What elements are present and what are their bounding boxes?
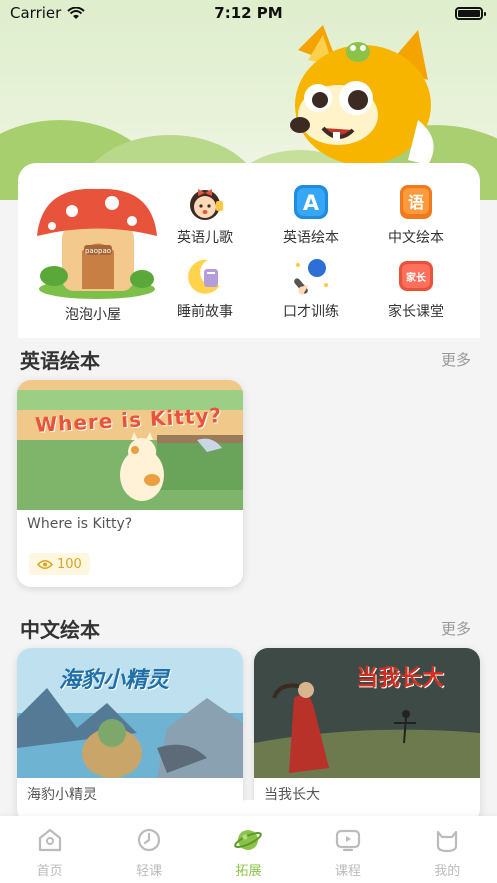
status-bar: Carrier 7:12 PM <box>0 0 497 26</box>
section-title-english: 英语绘本 <box>20 349 100 373</box>
play-screen-icon <box>335 829 360 852</box>
tab-label: 我的 <box>434 864 461 879</box>
book-cover-title: 海豹小精灵 <box>59 668 170 693</box>
house-sign-text: paopao <box>85 247 111 255</box>
planet-icon <box>234 830 263 850</box>
views-count: 100 <box>57 556 82 572</box>
book-title: Where is Kitty? <box>27 516 133 532</box>
section-title-chinese: 中文绘本 <box>20 618 100 642</box>
tab-label: 课程 <box>334 864 361 879</box>
tab-home[interactable]: 首页 <box>0 816 99 883</box>
book-title: 海豹小精灵 <box>27 787 97 803</box>
paopao-house-button[interactable]: paopao <box>32 181 162 299</box>
mushroom-house-icon: paopao <box>37 188 157 299</box>
chinese-book-text: 语 <box>408 193 424 212</box>
microphone-icon <box>294 259 328 295</box>
feature-menu-card: paopao 泡泡小屋 英语儿歌 A 英语绘本 语 中文绘本 睡前故事 口才训练… <box>18 163 480 338</box>
status-time: 7:12 PM <box>214 4 283 22</box>
menu-item-english-songs[interactable]: 英语儿歌 <box>155 181 255 247</box>
more-english-link[interactable]: 更多 <box>441 349 471 370</box>
menu-item-label: 英语绘本 <box>283 230 339 246</box>
tab-courses[interactable]: 课程 <box>298 816 397 883</box>
menu-item-label: 英语儿歌 <box>177 230 233 246</box>
cat-face-icon <box>437 830 458 853</box>
letter-a-icon: A <box>294 185 328 219</box>
tab-expand[interactable]: 拓展 <box>199 816 298 883</box>
book-card-when-i-grow-up[interactable]: 当我长大 当我长大 <box>254 648 480 823</box>
menu-item-label: 口才训练 <box>283 304 339 320</box>
letter-a-text: A <box>303 191 320 215</box>
book-card-where-is-kitty[interactable]: Where is Kitty? Where is Kitty? 100 <box>17 380 243 587</box>
more-chinese-link[interactable]: 更多 <box>441 618 471 639</box>
tab-label: 拓展 <box>235 864 262 879</box>
book-cover-where-is-kitty: Where is Kitty? <box>17 380 243 510</box>
menu-item-bedtime-stories[interactable]: 睡前故事 <box>155 255 255 321</box>
menu-item-label: 中文绘本 <box>388 230 444 246</box>
parent-tag-text: 家长 <box>406 271 427 284</box>
menu-item-label: 睡前故事 <box>177 304 233 320</box>
menu-item-label: 家长课堂 <box>388 304 444 320</box>
kitty-cover-illustration <box>17 380 243 510</box>
tab-mine[interactable]: 我的 <box>398 816 497 883</box>
tab-light-lesson[interactable]: 轻课 <box>100 816 199 883</box>
eye-icon <box>37 559 53 569</box>
home-icon <box>38 828 61 852</box>
tab-bar: 首页 轻课 拓展 课程 我的 <box>0 816 497 883</box>
tab-label: 首页 <box>36 864 63 879</box>
parent-tag-icon: 家长 <box>399 261 433 291</box>
menu-item-english-picture-books[interactable]: A 英语绘本 <box>261 181 361 247</box>
moon-icon <box>188 259 220 294</box>
fox-mascot-illustration <box>290 25 434 165</box>
book-cover-title: 当我长大 <box>356 666 445 691</box>
book-cover-seal-elf: 海豹小精灵 <box>17 648 243 778</box>
chinese-book-icon: 语 <box>400 185 432 219</box>
menu-item-chinese-picture-books[interactable]: 语 中文绘本 <box>366 181 466 247</box>
views-badge: 100 <box>29 553 90 575</box>
book-title: 当我长大 <box>264 787 320 803</box>
menu-item-speech-training[interactable]: 口才训练 <box>261 255 361 321</box>
paopao-house-label: 泡泡小屋 <box>65 307 121 323</box>
singing-girl-icon <box>190 189 223 220</box>
clock-icon <box>137 828 161 852</box>
book-card-seal-elf[interactable]: 海豹小精灵 海豹小精灵 <box>17 648 243 823</box>
battery-icon <box>455 6 486 20</box>
book-cover-when-i-grow-up: 当我长大 <box>254 648 480 778</box>
menu-item-parent-class[interactable]: 家长 家长课堂 <box>366 255 466 321</box>
tab-label: 轻课 <box>136 864 163 879</box>
